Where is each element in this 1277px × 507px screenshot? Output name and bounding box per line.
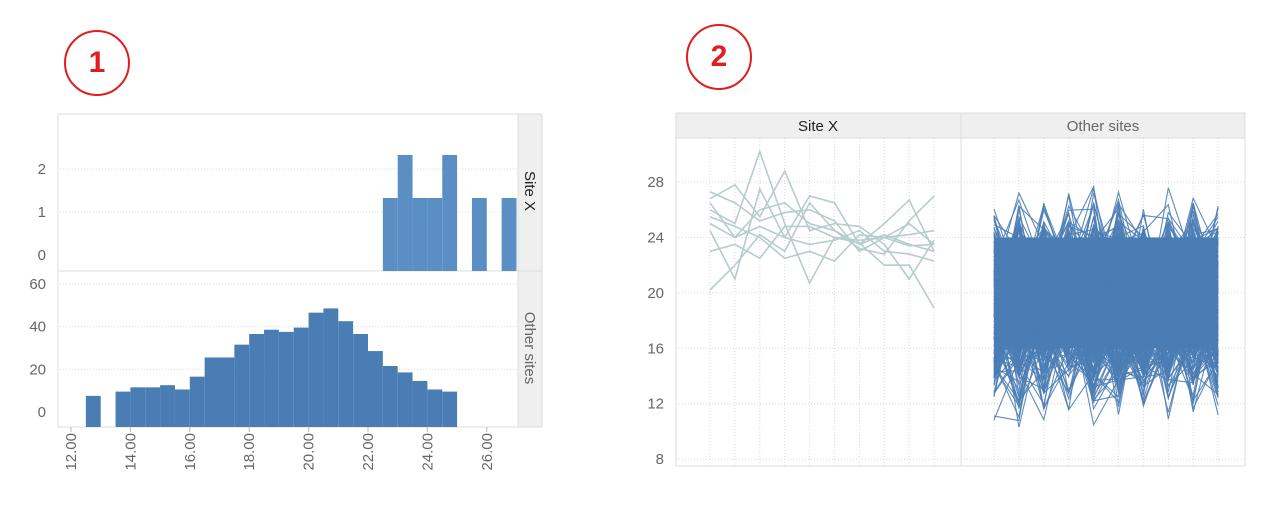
line-strip-label-other-sites: Other sites <box>1067 118 1140 135</box>
histogram-other-sites-y-tick-label: 60 <box>29 276 46 293</box>
histogram-site-x-bar <box>412 198 428 271</box>
histogram-site-x-bar <box>427 198 443 271</box>
line-y-tick-label: 24 <box>647 229 664 246</box>
histogram-other-sites-bar <box>204 357 220 427</box>
charts-canvas: 012 0204060 12.00 14.00 16.00 18.00 20.00 22.… <box>29 112 1246 471</box>
histogram-site-x-bar <box>501 198 517 271</box>
histogram-chart: 0 1 2 0 20 40 60 12.00 14.00 16.00 18.00 20.00 22.… <box>29 113 543 471</box>
histogram-other-sites-bar <box>427 389 443 427</box>
histogram-other-sites-y-tick-label: 20 <box>29 361 46 378</box>
histogram-other-sites-bar <box>368 351 383 427</box>
histogram-other-sites-bar <box>442 391 458 427</box>
histogram-site-x-bar <box>397 155 413 271</box>
histogram-site-x-y-ticks: 0 1 2 <box>38 161 46 264</box>
histogram-x-tick-label: 14.00 <box>122 433 139 471</box>
histogram-other-sites-bar <box>219 357 235 427</box>
line-strip-label-site-x: Site X <box>798 118 838 135</box>
histogram-other-sites-bar <box>323 308 339 427</box>
histogram-other-sites-bar <box>189 376 205 427</box>
line-chart: Site X Other sites 8 12 16 20 24 28 <box>647 112 1246 468</box>
histogram-x-tick-label: 12.00 <box>63 433 80 471</box>
histogram-other-sites-bar <box>397 372 413 427</box>
histogram-site-x-y-tick-label: 1 <box>38 204 46 221</box>
histogram-x-tick-label: 18.00 <box>241 433 258 471</box>
histogram-other-sites-bar <box>264 329 279 427</box>
histogram-other-sites-bar <box>412 380 428 427</box>
histogram-other-sites-bar <box>160 385 175 427</box>
histogram-site-x-bar <box>382 198 398 271</box>
line-y-tick-label: 20 <box>647 285 664 302</box>
histogram-site-x-bar <box>442 155 458 271</box>
line-y-ticks: 8 12 16 20 24 28 <box>647 174 664 468</box>
histogram-other-sites-bar <box>174 389 190 427</box>
histogram-x-tick-label: 22.00 <box>360 433 377 471</box>
histogram-strip-label-other-sites: Other sites <box>521 312 538 385</box>
histogram-other-sites-bar <box>85 395 101 427</box>
line-y-tick-label: 28 <box>647 174 664 191</box>
histogram-site-x-bar <box>471 198 487 271</box>
line-site-x-series <box>709 149 935 309</box>
histogram-other-sites-bar <box>338 321 354 427</box>
histogram-site-x-bars <box>382 155 517 271</box>
histogram-other-sites-bar <box>353 334 368 427</box>
histogram-other-sites-bar <box>293 327 309 427</box>
histogram-x-tick-label: 20.00 <box>301 433 318 471</box>
line-y-tick-label: 8 <box>656 451 664 468</box>
histogram-x-ticks: 12.00 14.00 16.00 18.00 20.00 22.00 24.00 26.00 <box>63 427 496 471</box>
histogram-x-tick-label: 16.00 <box>182 433 199 471</box>
histogram-other-sites-y-tick-label: 0 <box>38 404 46 421</box>
histogram-other-sites-y-tick-label: 40 <box>29 319 46 336</box>
histogram-other-sites-bar <box>278 331 294 427</box>
histogram-other-sites-y-ticks: 0 20 40 60 <box>29 276 46 421</box>
line-other-sites-series <box>993 184 1219 428</box>
histogram-site-x-y-tick-label: 0 <box>38 247 46 264</box>
histogram-other-sites-bar <box>308 312 324 427</box>
histogram-other-sites-bar <box>249 334 265 427</box>
histogram-other-sites-bar <box>382 366 398 427</box>
histogram-other-sites-bar <box>234 344 250 427</box>
line-y-tick-label: 16 <box>647 340 664 357</box>
histogram-other-sites-bar <box>145 387 161 427</box>
histogram-strip-label-site-x: Site X <box>521 171 538 211</box>
histogram-other-sites-bar <box>130 387 146 427</box>
line-y-tick-label: 12 <box>647 396 664 413</box>
histogram-x-tick-label: 24.00 <box>419 433 436 471</box>
histogram-site-x-y-tick-label: 2 <box>38 161 46 178</box>
line-site-x-series-line <box>709 169 935 281</box>
histogram-other-sites-bar <box>115 391 131 427</box>
histogram-x-tick-label: 26.00 <box>479 433 496 471</box>
